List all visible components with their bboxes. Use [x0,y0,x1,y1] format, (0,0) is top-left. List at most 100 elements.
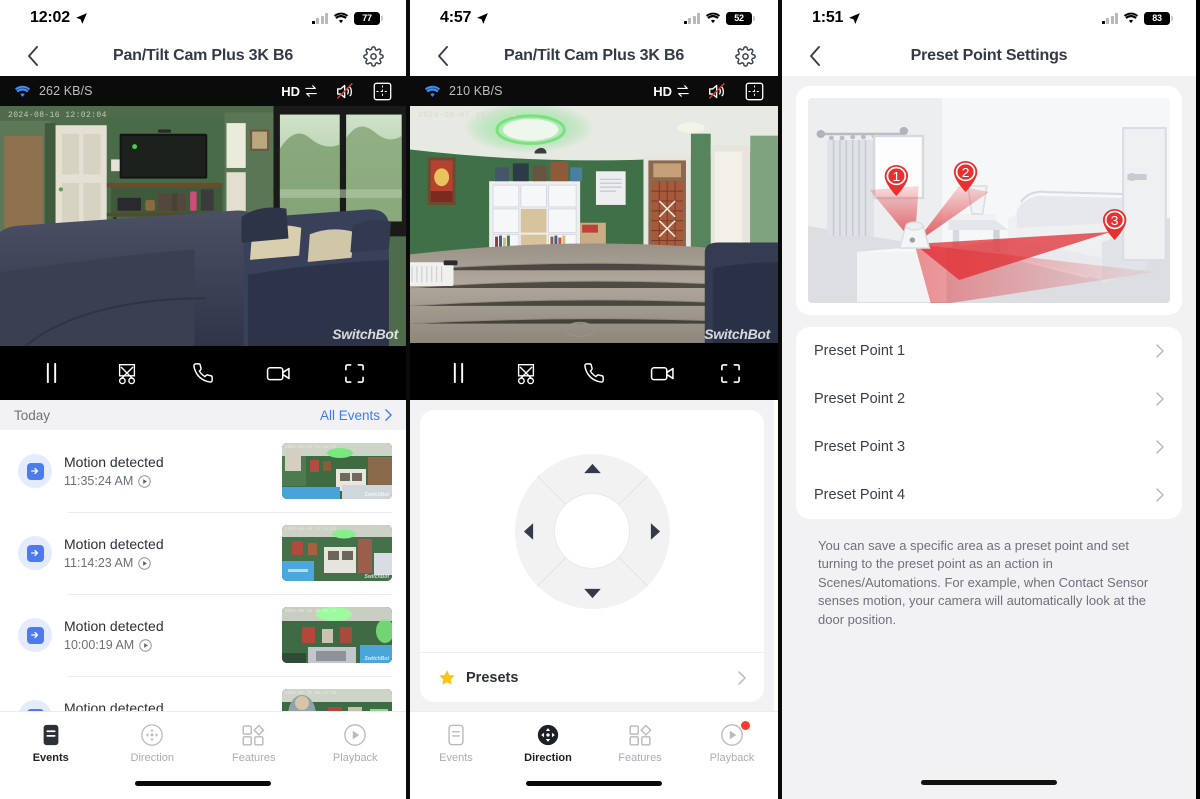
phone-panel-preset-settings: 1:51 83 Preset Point Settings 1 2 3 Pres… [782,0,1196,799]
cellular-signal-icon [1101,12,1118,24]
all-events-label: All Events [319,407,380,423]
event-thumbnail[interactable]: 2024-08-16 11:35:24 SwitchBot [282,443,392,499]
speaker-muted-icon[interactable] [335,82,356,101]
tab-playback[interactable]: Playback [305,723,407,764]
quality-label: HD [653,83,672,99]
event-title: Motion detected [64,536,164,552]
live-video-feed[interactable]: 2024-08-16 12:02:04 SwitchBot [0,106,406,346]
tab-label: Playback [709,751,755,764]
status-right: 77 [311,11,383,25]
list-item[interactable]: Motion detected 11:35:24 AM 2024-08-16 1… [0,430,406,512]
status-bar: 4:57 52 [410,0,778,36]
list-item[interactable]: Preset Point 4 [814,471,1164,519]
event-thumbnail[interactable]: 2024-08-16 11:14:23 SwitchBot [282,525,392,581]
chevron-right-icon [1156,488,1164,502]
status-time: 1:51 [812,9,844,26]
grid-frame-icon[interactable] [373,82,392,101]
status-bar: 12:02 77 [0,0,406,36]
tab-label: Events [439,751,473,764]
scissors-icon[interactable] [507,354,545,392]
presets-row[interactable]: Presets [420,652,764,702]
scissors-icon[interactable] [108,354,146,392]
back-button[interactable] [802,43,828,69]
event-time-row: 11:35:24 AM [64,474,270,488]
chevron-right-icon [385,409,392,421]
list-item[interactable]: Preset Point 1 [814,327,1164,375]
list-item[interactable]: Motion detected 10:00:19 AM 2024-08-16 1… [0,594,406,676]
camera-controls [0,346,406,400]
location-arrow-icon [476,12,489,25]
quality-toggle[interactable]: HD [653,84,690,99]
phone-icon[interactable] [184,354,222,392]
tab-events[interactable]: Events [410,723,502,764]
pause-button[interactable] [33,354,71,392]
tab-features[interactable]: Features [203,723,305,764]
cellular-signal-icon [683,12,700,24]
motion-arrow-icon [18,536,52,570]
pause-button[interactable] [439,354,477,392]
tab-playback[interactable]: Playback [686,720,778,764]
direction-card: Presets [420,410,764,702]
video-camera-icon[interactable] [643,354,681,392]
list-item[interactable]: Motion detected 11:14:23 AM 2024-08-16 1… [0,512,406,594]
event-time: 10:00:19 AM [64,638,135,652]
event-title: Motion detected [64,454,164,470]
gear-icon[interactable] [732,43,758,69]
dpad-down-button[interactable] [582,584,602,604]
back-button[interactable] [20,43,46,69]
battery-indicator: 83 [1144,11,1173,25]
list-item[interactable]: Preset Point 3 [814,423,1164,471]
chevron-right-icon [1156,440,1164,454]
bottom-tab-bar: Events Direction Features Playback [410,711,778,799]
dpad-icon [141,723,164,746]
all-events-link[interactable]: All Events [320,408,392,423]
camera-viewer: 210 KB/S HD 2024-08-07 16:57:56 SwitchBo… [410,76,778,400]
preset-points-list: Preset Point 1 Preset Point 2 Preset Poi… [796,327,1182,519]
grid-frame-icon[interactable] [745,82,764,101]
speaker-muted-icon[interactable] [707,82,728,101]
status-left: 1:51 [812,9,861,27]
event-thumbnail[interactable]: 2024-08-16 10:00:19 SwitchBot [282,607,392,663]
dpad-center[interactable] [554,493,630,569]
chevron-right-icon [1156,392,1164,406]
chevron-right-icon [738,670,746,685]
tab-direction[interactable]: Direction [102,723,204,764]
tab-direction[interactable]: Direction [502,723,594,764]
page-title: Pan/Tilt Cam Plus 3K B6 [503,47,685,64]
event-time-row: 10:00:19 AM [64,638,270,652]
play-circle-icon [139,638,152,652]
dpad-up-button[interactable] [582,459,602,479]
camera-status-bar: 210 KB/S HD [410,76,778,106]
camera-bar-actions: HD [281,82,392,101]
preset-point-label: Preset Point 2 [814,391,906,407]
events-list-icon [448,724,464,745]
list-item[interactable]: Preset Point 2 [814,375,1164,423]
dpad-control[interactable] [514,453,670,609]
event-title: Motion detected [64,618,164,634]
page-title: Pan/Tilt Cam Plus 3K B6 [112,47,294,64]
back-button[interactable] [430,43,456,69]
status-left: 12:02 [30,9,88,27]
video-timestamp: 2024-08-16 12:02:04 [8,111,107,120]
thumbnail-watermark: SwitchBot [364,738,389,744]
fullscreen-icon[interactable] [711,354,749,392]
swap-icon [305,85,317,97]
live-video-feed[interactable]: 2024-08-07 16:57:56 SwitchBot [410,106,778,346]
quality-toggle[interactable]: HD [281,84,318,99]
video-camera-icon[interactable] [260,354,298,392]
event-time: 11:14:23 AM [64,556,134,570]
events-list-icon [43,724,59,745]
fullscreen-icon[interactable] [335,354,373,392]
preset-settings-body: 1 2 3 Preset Point 1 Preset Point 2 Pres… [782,76,1196,629]
tab-events[interactable]: Events [0,723,102,764]
quality-label: HD [281,83,300,99]
tab-features[interactable]: Features [594,723,686,764]
features-shapes-icon [242,724,265,746]
location-arrow-icon [848,12,861,25]
dpad-left-button[interactable] [519,521,539,541]
gear-icon[interactable] [360,43,386,69]
dpad-area [420,410,764,652]
thumbnail-timestamp: 2024-08-16 11:14:23 [285,527,337,532]
dpad-right-button[interactable] [646,521,666,541]
phone-icon[interactable] [575,354,613,392]
